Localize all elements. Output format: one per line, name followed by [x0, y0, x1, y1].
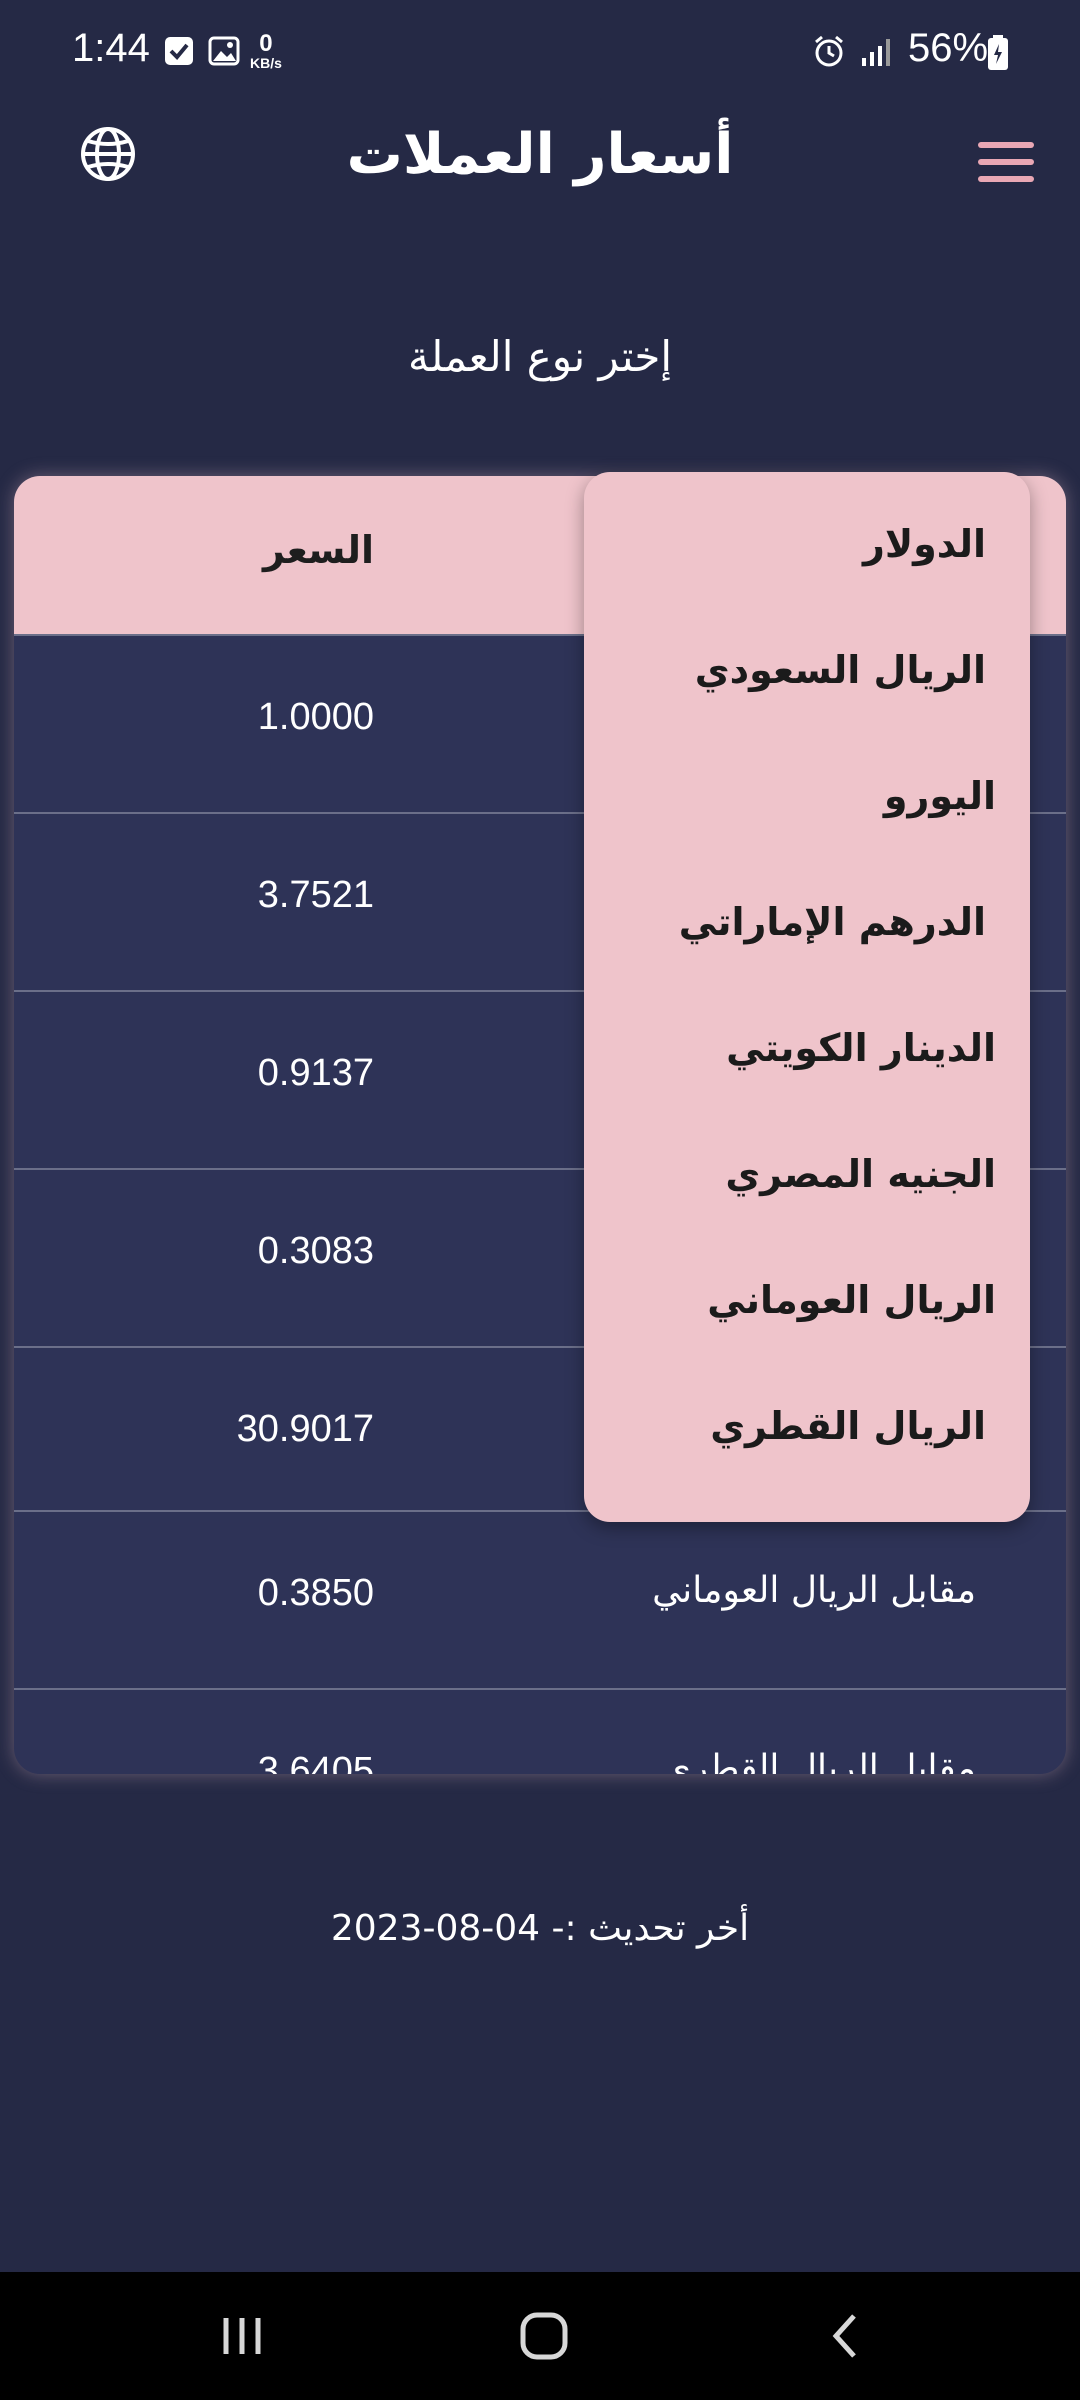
system-nav-bar	[0, 2272, 1080, 2400]
dropdown-option[interactable]: الجنيه المصري	[725, 1152, 996, 1196]
alarm-icon	[815, 35, 843, 67]
battery-percent: 56%	[908, 26, 989, 70]
net-speed: 0 KB/s	[250, 30, 282, 71]
dropdown-option[interactable]: الريال العوماني	[707, 1278, 996, 1322]
dropdown-option[interactable]: الريال القطري	[710, 1404, 986, 1448]
rate-price: 0.3850	[257, 1572, 374, 1614]
status-bar: 1:44 0 KB/s 56%	[0, 0, 1080, 110]
image-notification-icon	[208, 36, 240, 66]
price-column-header: السعر	[262, 528, 374, 572]
last-update-text: أخر تحديث :- 04-08-2023	[330, 1908, 750, 1949]
dropdown-option[interactable]: اليورو	[884, 774, 996, 818]
rate-price: 3.7521	[257, 874, 374, 916]
check-notification-icon	[165, 37, 193, 65]
dropdown-option[interactable]: الدينار الكويتي	[726, 1026, 996, 1070]
recent-apps-icon[interactable]	[212, 2310, 272, 2362]
rate-price: 30.9017	[236, 1408, 374, 1450]
battery-charging-icon	[988, 35, 1008, 70]
rate-price: 3.6405	[257, 1750, 374, 1774]
rate-price: 0.9137	[257, 1052, 374, 1094]
dropdown-option[interactable]: الريال السعودي	[695, 648, 986, 692]
status-time: 1:44	[72, 26, 150, 70]
page-title: أسعار العملات	[346, 122, 734, 187]
back-icon[interactable]	[816, 2310, 876, 2362]
signal-icon	[862, 39, 890, 66]
table-row: 0.3850 مقابل الريال العوماني	[14, 1510, 1066, 1688]
screen: 1:44 0 KB/s 56% أسعار العملات إختر نوع ا…	[0, 0, 1080, 2400]
rate-price: 1.0000	[257, 696, 374, 738]
select-currency-label: إختر نوع العملة	[407, 332, 673, 381]
hamburger-menu-icon[interactable]	[978, 142, 1034, 184]
rate-price: 0.3083	[257, 1230, 374, 1272]
dropdown-option[interactable]: الدرهم الإماراتي	[679, 900, 986, 944]
rate-name: مقابل الريال القطري	[662, 1748, 976, 1774]
app-header: أسعار العملات	[0, 110, 1080, 210]
currency-dropdown[interactable]: الدولار الريال السعودي اليورو الدرهم الإ…	[584, 472, 1030, 1522]
home-icon[interactable]	[514, 2310, 574, 2362]
table-row: 3.6405 مقابل الريال القطري	[14, 1688, 1066, 1774]
rate-name: مقابل الريال العوماني	[652, 1570, 976, 1611]
dropdown-option[interactable]: الدولار	[863, 522, 986, 566]
